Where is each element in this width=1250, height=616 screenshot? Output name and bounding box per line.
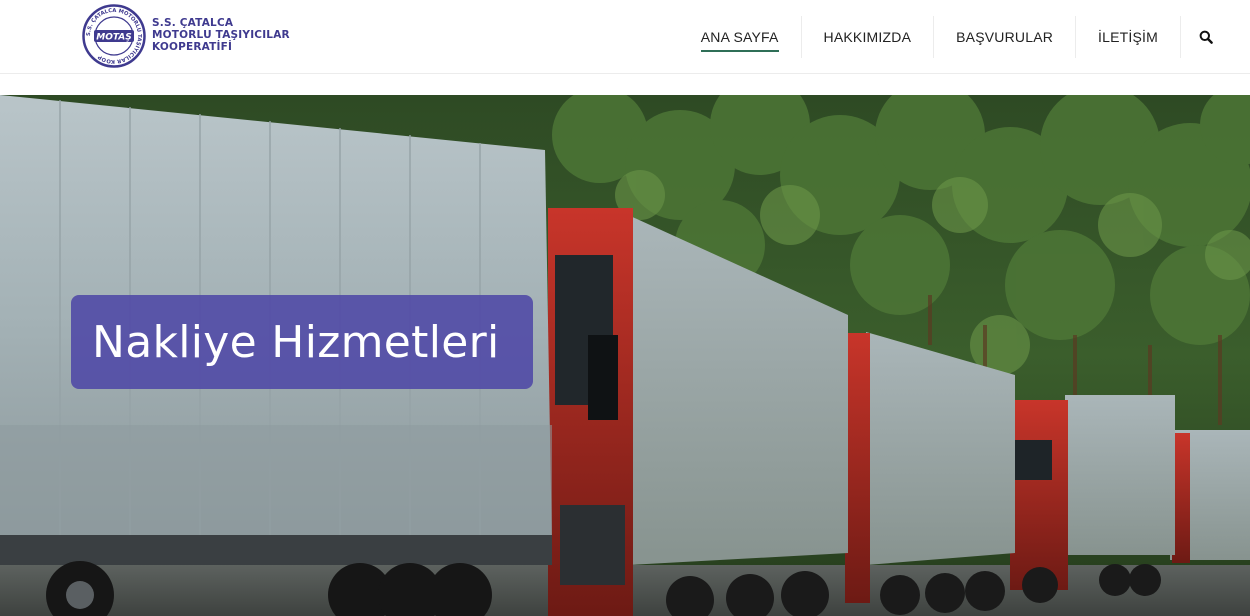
logo-seal: S.S. ÇATALCA MOTORLU TAŞIYICILAR KOOP MO… (82, 4, 146, 68)
search-button[interactable] (1180, 16, 1230, 58)
hero-caption: Nakliye Hizmetleri (71, 295, 533, 389)
hero-banner: Nakliye Hizmetleri (0, 95, 1250, 616)
logo-name-line-3: KOOPERATİFİ (152, 41, 233, 53)
logo-name-line-1: S.S. ÇATALCA (152, 17, 234, 29)
main-nav: ANA SAYFA HAKKIMIZDA BAŞVURULAR İLETİŞİM (679, 16, 1230, 58)
nav-item-ana-sayfa[interactable]: ANA SAYFA (679, 16, 801, 58)
search-icon (1199, 30, 1213, 44)
nav-item-iletisim[interactable]: İLETİŞİM (1075, 16, 1180, 58)
site-header: S.S. ÇATALCA MOTORLU TAŞIYICILAR KOOP MO… (0, 0, 1250, 74)
site-logo[interactable]: S.S. ÇATALCA MOTORLU TAŞIYICILAR KOOP MO… (82, 4, 292, 70)
logo-name-line-2: MOTORLU TAŞIYICILAR (152, 29, 290, 41)
nav-item-hakkimizda[interactable]: HAKKIMIZDA (800, 16, 934, 58)
logo-name: S.S. ÇATALCA MOTORLU TAŞIYICILAR KOOPERA… (152, 17, 290, 53)
logo-seal-center-text: MOTAŞ (96, 33, 132, 43)
hero-title: Nakliye Hizmetleri (92, 316, 500, 368)
nav-item-basvurular[interactable]: BAŞVURULAR (933, 16, 1075, 58)
